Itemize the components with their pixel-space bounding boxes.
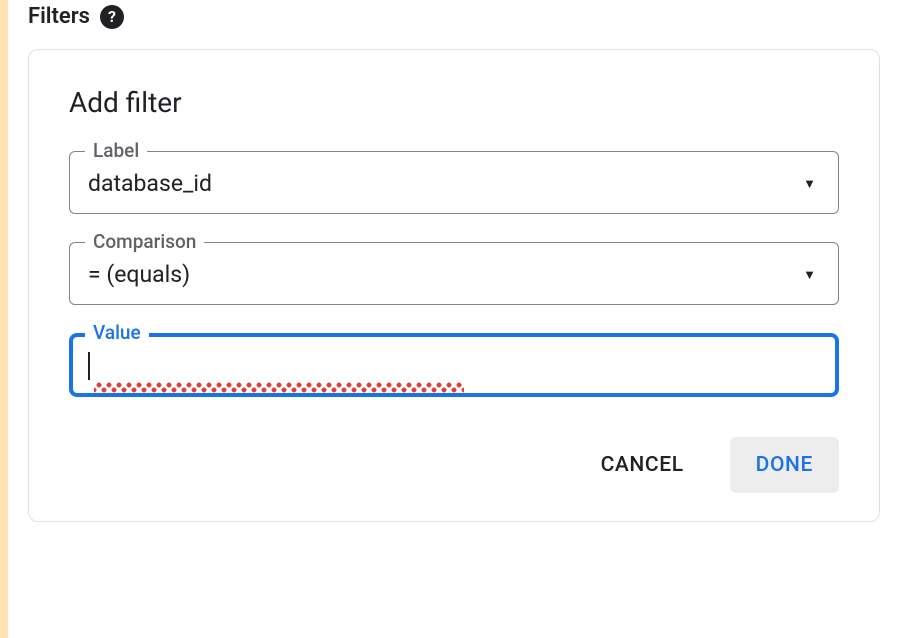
value-field: Value xyxy=(69,333,839,397)
page-title: Filters xyxy=(28,4,90,29)
label-field-legend: Label xyxy=(85,139,147,162)
label-dropdown-value: database_id xyxy=(88,170,212,197)
value-field-legend: Value xyxy=(85,321,149,344)
card-title: Add filter xyxy=(69,86,839,119)
filters-container: Filters ? Add filter Label database_id ▼… xyxy=(0,0,900,542)
comparison-field: Comparison = (equals) ▼ xyxy=(69,242,839,305)
cancel-button[interactable]: CANCEL xyxy=(575,437,710,493)
text-cursor xyxy=(88,352,90,380)
comparison-field-legend: Comparison xyxy=(85,230,204,253)
chevron-down-icon: ▼ xyxy=(803,267,816,283)
label-field: Label database_id ▼ xyxy=(69,151,839,214)
page-header: Filters ? xyxy=(28,4,880,29)
add-filter-card: Add filter Label database_id ▼ Compariso… xyxy=(28,49,880,522)
value-input[interactable] xyxy=(69,333,839,397)
label-dropdown[interactable]: database_id ▼ xyxy=(69,151,839,214)
comparison-dropdown-value: = (equals) xyxy=(88,261,190,288)
left-accent-bar xyxy=(0,0,8,638)
button-row: CANCEL DONE xyxy=(69,437,839,493)
chevron-down-icon: ▼ xyxy=(803,176,816,192)
help-icon[interactable]: ? xyxy=(100,5,124,29)
value-input-content xyxy=(88,352,820,380)
done-button[interactable]: DONE xyxy=(730,437,839,493)
